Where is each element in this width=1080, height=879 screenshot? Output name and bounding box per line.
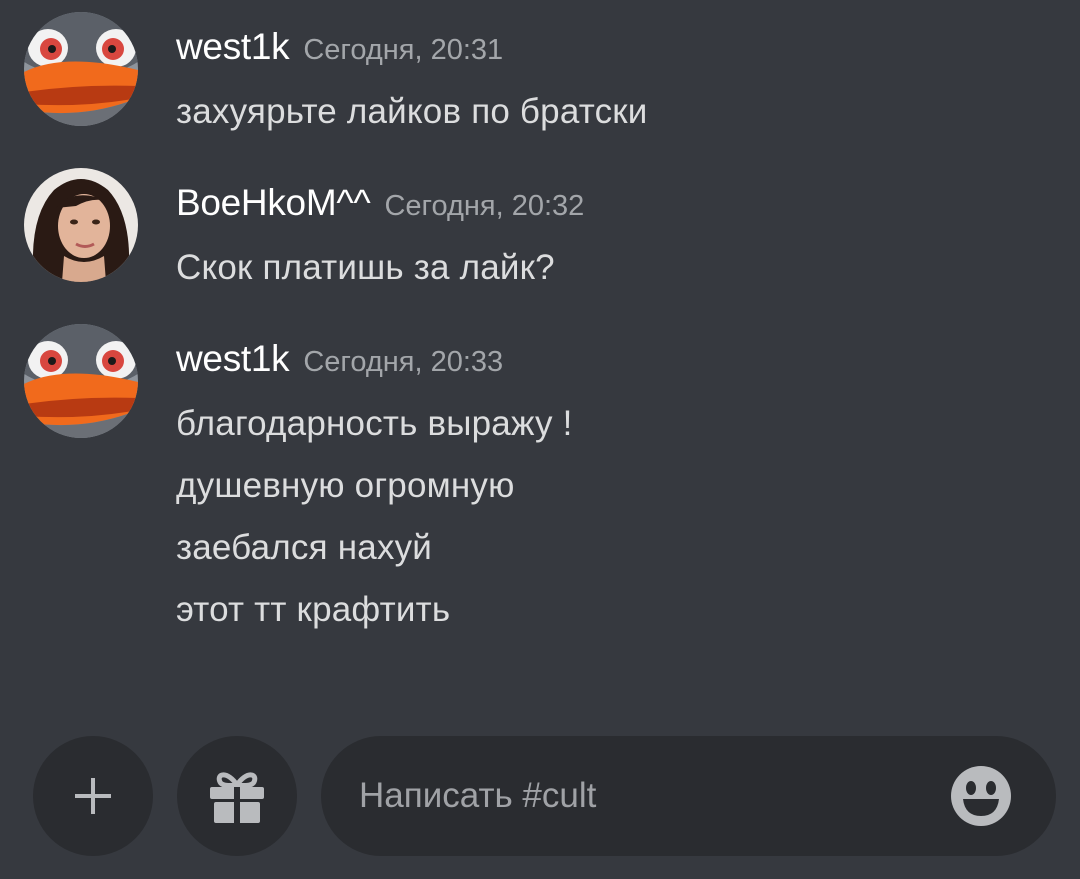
message-text: благодарность выражу ! xyxy=(176,404,573,443)
message-text: заебался нахуй xyxy=(176,528,433,567)
message-text: душевную огромную xyxy=(176,466,515,505)
user-avatar[interactable] xyxy=(24,324,138,438)
chat-view: west1k Сегодня, 20:31 захуярьте лайков по… xyxy=(0,0,1080,879)
message-input[interactable]: Написать #cult xyxy=(321,736,1056,856)
username[interactable]: BoeHkoM^^ xyxy=(176,182,371,223)
message-text: захуярьте лайков по братски xyxy=(176,92,648,131)
user-avatar[interactable] xyxy=(24,168,138,282)
gift-button[interactable] xyxy=(177,736,297,856)
message-text: Скок платишь за лайк? xyxy=(176,248,555,287)
woman-portrait-avatar-icon xyxy=(24,168,138,282)
penguin-avatar-icon xyxy=(24,324,138,438)
add-attachment-button[interactable] xyxy=(33,736,153,856)
timestamp: Сегодня, 20:32 xyxy=(384,190,585,222)
message-text: этот тт крафтить xyxy=(176,590,451,629)
message-composer: Написать #cult xyxy=(0,734,1080,858)
message-input-placeholder: Написать #cult xyxy=(359,776,597,815)
timestamp: Сегодня, 20:33 xyxy=(303,346,504,378)
penguin-avatar-icon xyxy=(24,12,138,126)
username[interactable]: west1k xyxy=(176,338,290,379)
plus-icon xyxy=(75,778,111,814)
user-avatar[interactable] xyxy=(24,12,138,126)
gift-icon xyxy=(210,772,264,823)
username[interactable]: west1k xyxy=(176,26,290,67)
smiley-icon[interactable] xyxy=(951,766,1011,826)
timestamp: Сегодня, 20:31 xyxy=(303,34,504,66)
